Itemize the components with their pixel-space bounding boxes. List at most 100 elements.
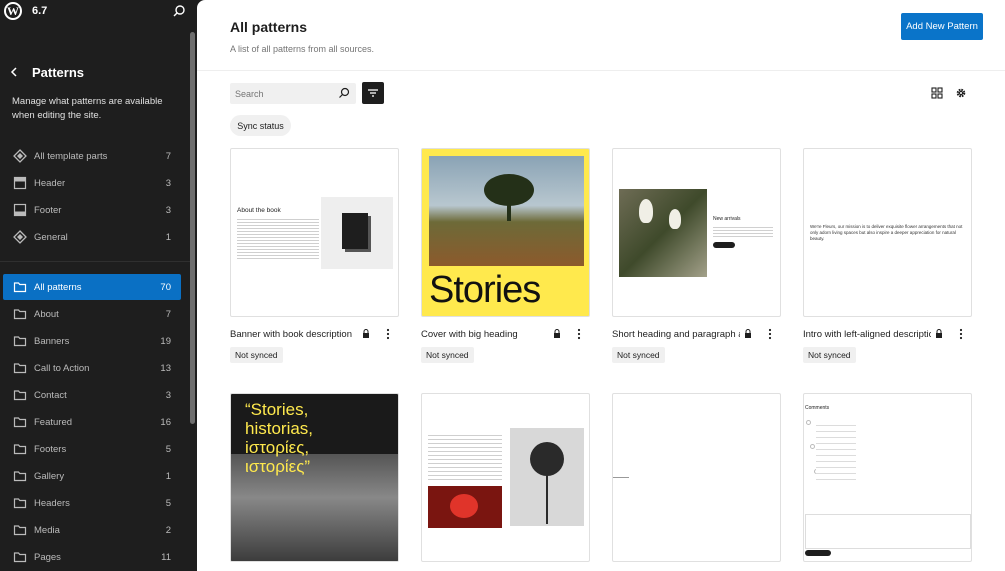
search-icon[interactable] — [172, 4, 186, 18]
preview-text-lines — [237, 217, 319, 261]
diamond-icon — [13, 149, 27, 163]
footer-icon — [13, 203, 27, 217]
sidebar-item-about[interactable]: About 7 — [3, 301, 181, 327]
sidebar-scrollbar[interactable] — [190, 32, 195, 424]
lock-icon — [745, 329, 751, 338]
more-options-icon[interactable] — [383, 327, 393, 341]
sidebar-item-banners[interactable]: Banners 19 — [3, 328, 181, 354]
sidebar-item-label: All patterns — [34, 282, 82, 293]
pattern-preview[interactable]: Stories — [421, 148, 590, 317]
sidebar-item-call-to-action[interactable]: Call to Action 13 — [3, 355, 181, 381]
folder-icon — [13, 417, 27, 428]
sidebar-item-count: 2 — [165, 525, 171, 536]
lock-icon — [554, 329, 560, 338]
lock-icon — [363, 329, 369, 338]
pattern-preview[interactable]: About the book — [230, 148, 399, 317]
sidebar-item-count: 5 — [165, 444, 171, 455]
search-icon — [339, 87, 350, 98]
sidebar-item-label: Pages — [34, 552, 61, 563]
sidebar-item-label: Call to Action — [34, 363, 90, 374]
pattern-title[interactable]: Banner with book description — [230, 329, 358, 340]
filter-button[interactable] — [362, 82, 384, 104]
preview-paragraph: We're Fleurs, our mission is to deliver … — [810, 224, 963, 241]
pattern-title[interactable]: Cover with big heading — [421, 329, 549, 340]
sidebar-item-header[interactable]: Header 3 — [3, 170, 181, 196]
pattern-preview[interactable] — [612, 393, 781, 562]
sidebar-divider — [0, 261, 190, 262]
pattern-preview[interactable]: We're Fleurs, our mission is to deliver … — [803, 148, 972, 317]
sidebar-title: Patterns — [32, 65, 85, 80]
book-cover-image — [342, 213, 368, 249]
folder-icon — [13, 444, 27, 455]
sidebar-item-pages[interactable]: Pages 11 — [3, 544, 181, 570]
filter-icon — [368, 89, 378, 97]
flower-image — [669, 209, 681, 229]
add-new-pattern-button[interactable]: Add New Pattern — [901, 13, 983, 40]
sidebar-item-label: All template parts — [34, 151, 108, 162]
sync-status-filter[interactable]: Sync status — [230, 115, 291, 136]
sidebar-item-count: 1 — [165, 471, 171, 482]
pattern-preview[interactable]: Comments — [803, 393, 972, 562]
preview-heading: About the book — [237, 207, 281, 214]
sidebar-item-count: 19 — [160, 336, 171, 347]
sidebar: W 6.7 Patterns Manage what patterns are … — [0, 0, 197, 571]
pattern-preview[interactable]: “Stories, historias, iστορίες, ιστορίες” — [230, 393, 399, 562]
folder-icon — [13, 390, 27, 401]
avatar — [806, 420, 811, 425]
header-icon — [13, 176, 27, 190]
pattern-title[interactable]: Intro with left-aligned description — [803, 329, 931, 340]
folder-icon — [13, 309, 27, 320]
preview-heading: Comments — [805, 405, 830, 411]
sync-status-badge: Not synced — [803, 347, 856, 363]
flower-head-image — [530, 442, 564, 476]
gear-icon[interactable] — [955, 87, 967, 99]
pattern-preview[interactable]: New arrivals — [612, 148, 781, 317]
tree-trunk — [507, 201, 511, 221]
folder-icon — [13, 363, 27, 374]
sidebar-item-count: 70 — [160, 282, 171, 293]
sidebar-item-media[interactable]: Media 2 — [3, 517, 181, 543]
sidebar-item-label: Header — [34, 178, 66, 189]
page-subtitle: A list of all patterns from all sources. — [230, 44, 375, 54]
grid-view-icon[interactable] — [931, 87, 943, 99]
sidebar-item-featured[interactable]: Featured 16 — [3, 409, 181, 435]
sidebar-item-general[interactable]: General 1 — [3, 224, 181, 250]
sidebar-item-footers[interactable]: Footers 5 — [3, 436, 181, 462]
sidebar-item-all-template-parts[interactable]: All template parts 7 — [3, 143, 181, 169]
preview-heading: New arrivals — [713, 216, 741, 222]
sidebar-item-label: Footers — [34, 444, 67, 455]
folder-icon — [13, 552, 27, 563]
more-options-icon[interactable] — [765, 327, 775, 341]
folder-icon — [13, 471, 27, 482]
sync-status-badge: Not synced — [612, 347, 665, 363]
sidebar-item-label: Banners — [34, 336, 70, 347]
sidebar-item-count: 11 — [161, 552, 171, 563]
pattern-title[interactable]: Short heading and paragraph and image — [612, 329, 740, 340]
preview-heading: “Stories, historias, iστορίες, ιστορίες” — [245, 400, 314, 476]
preview-image — [428, 486, 502, 528]
sidebar-item-label: General — [34, 232, 68, 243]
preview-heading: Stories — [429, 269, 541, 311]
sidebar-item-count: 3 — [165, 178, 171, 189]
sidebar-item-label: Contact — [34, 390, 67, 401]
more-options-icon[interactable] — [574, 327, 584, 341]
wordpress-logo-icon[interactable]: W — [4, 2, 22, 20]
sidebar-item-count: 13 — [160, 363, 171, 374]
sidebar-item-count: 7 — [165, 151, 171, 162]
preview-text-lines — [713, 225, 773, 237]
sidebar-item-headers[interactable]: Headers 5 — [3, 490, 181, 516]
sidebar-item-gallery[interactable]: Gallery 1 — [3, 463, 181, 489]
main-content: All patterns A list of all patterns from… — [197, 0, 1005, 571]
sidebar-item-contact[interactable]: Contact 3 — [3, 382, 181, 408]
sidebar-item-all-patterns[interactable]: All patterns 70 — [3, 274, 181, 300]
preview-text-lines — [428, 432, 502, 482]
preview-text-lines — [816, 420, 856, 480]
preview-image — [429, 156, 584, 266]
pattern-preview[interactable] — [421, 393, 590, 562]
sidebar-item-label: Footer — [34, 205, 62, 216]
more-options-icon[interactable] — [956, 327, 966, 341]
search-field[interactable]: Search — [230, 83, 356, 104]
diamond-icon — [13, 230, 27, 244]
back-chevron-icon[interactable] — [8, 66, 20, 78]
sidebar-item-footer[interactable]: Footer 3 — [3, 197, 181, 223]
